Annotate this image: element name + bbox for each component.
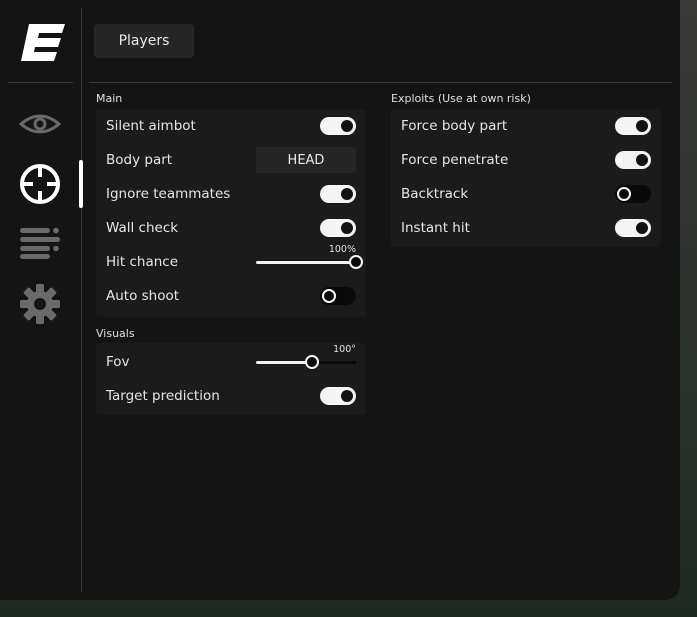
row-ignore-teammates: Ignore teammates (96, 177, 366, 211)
hit-chance-slider[interactable] (256, 255, 363, 269)
cheat-menu-window: Players Main Silent aimbot Body part HEA… (0, 0, 680, 600)
instant-hit-label: Instant hit (401, 220, 470, 236)
logo-divider (8, 82, 73, 83)
nav-active-indicator (79, 160, 83, 208)
fov-thumb[interactable] (305, 355, 319, 369)
row-backtrack: Backtrack (391, 177, 661, 211)
ignore-teammates-label: Ignore teammates (106, 186, 231, 202)
force-penetrate-label: Force penetrate (401, 152, 509, 168)
nav-visuals[interactable] (14, 101, 66, 147)
fov-label: Fov (106, 354, 130, 370)
fov-slider[interactable] (256, 355, 356, 369)
wall-check-toggle[interactable] (320, 219, 356, 237)
nav-settings[interactable] (14, 281, 66, 327)
crosshair-icon (20, 164, 60, 204)
visuals-group: Fov 100° Target prediction (96, 343, 366, 415)
gear-icon (20, 284, 60, 324)
backtrack-label: Backtrack (401, 186, 469, 202)
silent-aimbot-toggle[interactable] (320, 117, 356, 135)
ignore-teammates-toggle[interactable] (320, 185, 356, 203)
nav-misc[interactable] (14, 220, 66, 266)
row-hit-chance: Hit chance 100% (96, 244, 366, 279)
body-part-select[interactable]: HEAD (256, 147, 356, 173)
row-force-penetrate: Force penetrate (391, 143, 661, 177)
section-main-label: Main (96, 92, 123, 105)
row-target-prediction: Target prediction (96, 379, 366, 413)
exploits-group: Force body part Force penetrate Backtrac… (391, 109, 661, 247)
eye-icon (19, 114, 61, 134)
auto-shoot-toggle[interactable] (320, 287, 356, 305)
hit-chance-thumb[interactable] (349, 255, 363, 269)
row-force-body-part: Force body part (391, 109, 661, 143)
row-instant-hit: Instant hit (391, 211, 661, 245)
silent-aimbot-label: Silent aimbot (106, 118, 196, 134)
force-body-part-toggle[interactable] (615, 117, 651, 135)
fov-value: 100° (333, 344, 356, 355)
backtrack-toggle[interactable] (615, 185, 651, 203)
hit-chance-value: 100% (328, 244, 356, 255)
instant-hit-toggle[interactable] (615, 219, 651, 237)
force-body-part-label: Force body part (401, 118, 508, 134)
row-silent-aimbot: Silent aimbot (96, 109, 366, 143)
force-penetrate-toggle[interactable] (615, 151, 651, 169)
main-group: Silent aimbot Body part HEAD Ignore team… (96, 109, 366, 317)
row-fov: Fov 100° (96, 344, 366, 379)
wall-check-label: Wall check (106, 220, 179, 236)
row-wall-check: Wall check (96, 211, 366, 245)
list-icon (20, 227, 60, 259)
body-part-label: Body part (106, 152, 173, 168)
row-auto-shoot: Auto shoot (96, 279, 366, 313)
header-divider (89, 82, 672, 83)
tab-players[interactable]: Players (94, 24, 194, 58)
sidebar-divider (81, 8, 82, 592)
row-body-part: Body part HEAD (96, 143, 366, 177)
hit-chance-label: Hit chance (106, 254, 179, 270)
nav-aimbot[interactable] (14, 161, 66, 207)
target-prediction-label: Target prediction (106, 388, 220, 404)
logo-icon (21, 24, 65, 61)
section-visuals-label: Visuals (96, 327, 135, 340)
section-exploits-label: Exploits (Use at own risk) (391, 92, 531, 105)
auto-shoot-label: Auto shoot (106, 288, 180, 304)
target-prediction-toggle[interactable] (320, 387, 356, 405)
